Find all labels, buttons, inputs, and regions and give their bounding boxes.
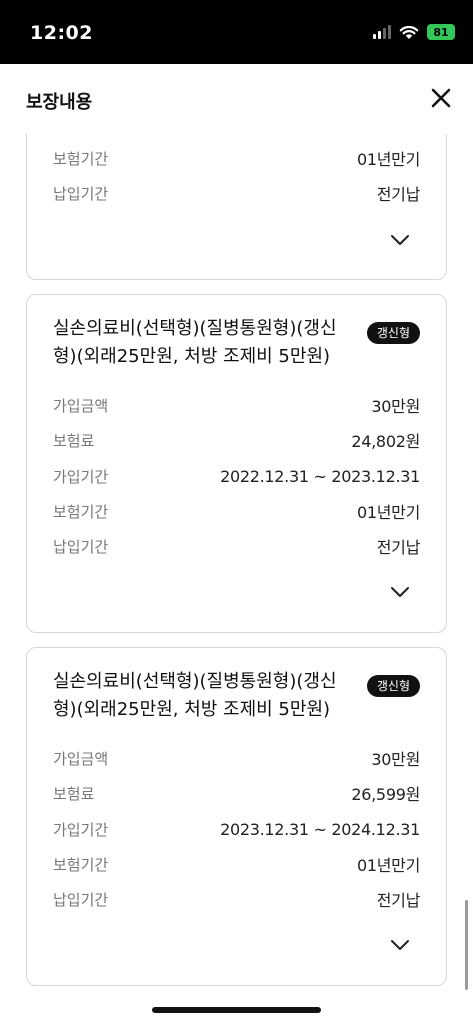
header: 보장내용 xyxy=(0,64,473,134)
coverage-card: 실손의료비(선택형)(질병통원형)(갱신형)(외래25만원, 처방 조제비 5만… xyxy=(26,647,447,986)
info-row: 납입기간 전기납 xyxy=(53,182,421,205)
row-value: 전기납 xyxy=(376,185,421,204)
row-value: 01년만기 xyxy=(356,503,420,522)
renewal-badge: 갱신형 xyxy=(366,322,420,344)
status-time: 12:02 xyxy=(30,22,93,44)
row-value: 전기납 xyxy=(376,538,421,557)
info-row: 납입기간 전기납 xyxy=(53,535,421,558)
scrollbar[interactable] xyxy=(465,900,468,990)
row-label: 가입금액 xyxy=(53,396,109,415)
cellular-signal-icon xyxy=(373,25,391,39)
renewal-badge: 갱신형 xyxy=(366,675,420,697)
row-value: 전기납 xyxy=(376,891,421,910)
battery-level: 81 xyxy=(433,25,449,39)
info-row: 가입기간 2023.12.31 ~ 2024.12.31 xyxy=(53,818,420,840)
info-row: 보험료 26,599원 xyxy=(53,782,420,805)
row-label: 가입기간 xyxy=(53,820,109,839)
row-label: 납입기간 xyxy=(53,890,109,909)
info-row: 가입기간 2022.12.31 ~ 2023.12.31 xyxy=(53,465,420,487)
row-value: 01년만기 xyxy=(356,150,420,169)
battery-icon: 81 xyxy=(427,24,455,40)
info-row: 보험료 24,802원 xyxy=(53,429,420,452)
row-label: 보험료 xyxy=(53,431,95,450)
coverage-card: 보험기간 01년만기 납입기간 전기납 xyxy=(26,134,447,280)
row-label: 납입기간 xyxy=(53,537,109,556)
chevron-down-icon[interactable] xyxy=(390,938,410,952)
row-value: 26,599원 xyxy=(351,785,420,804)
status-bar: 12:02 81 xyxy=(0,0,473,64)
row-value: 2023.12.31 ~ 2024.12.31 xyxy=(220,819,420,839)
row-label: 가입기간 xyxy=(53,467,109,486)
info-row: 가입금액 30만원 xyxy=(53,394,420,417)
row-label: 보험기간 xyxy=(53,502,109,521)
coverage-card: 실손의료비(선택형)(질병통원형)(갱신형)(외래25만원, 처방 조제비 5만… xyxy=(26,294,447,633)
info-row: 가입금액 30만원 xyxy=(53,747,420,770)
info-row: 보험기간 01년만기 xyxy=(53,147,420,170)
row-value: 01년만기 xyxy=(356,856,420,875)
coverage-title: 실손의료비(선택형)(질병통원형)(갱신형)(외래25만원, 처방 조제비 5만… xyxy=(53,671,337,720)
info-row: 보험기간 01년만기 xyxy=(53,500,420,523)
info-row: 보험기간 01년만기 xyxy=(53,853,420,876)
chevron-down-icon[interactable] xyxy=(390,585,410,599)
row-label: 가입금액 xyxy=(53,749,109,768)
row-value: 24,802원 xyxy=(351,432,420,451)
home-indicator[interactable] xyxy=(152,1007,321,1013)
coverage-title: 실손의료비(선택형)(질병통원형)(갱신형)(외래25만원, 처방 조제비 5만… xyxy=(53,318,337,367)
status-icons: 81 xyxy=(373,24,455,40)
page-title: 보장내용 xyxy=(26,92,93,113)
row-label: 납입기간 xyxy=(53,184,109,203)
wifi-icon xyxy=(399,25,419,39)
chevron-down-icon[interactable] xyxy=(390,233,410,247)
row-value: 2022.12.31 ~ 2023.12.31 xyxy=(220,466,420,486)
row-label: 보험료 xyxy=(53,784,95,803)
coverage-list[interactable]: 보험기간 01년만기 납입기간 전기납 실손의료비(선택형)(질병통원형)(갱신… xyxy=(0,134,473,1024)
row-label: 보험기간 xyxy=(53,149,109,168)
close-icon[interactable] xyxy=(429,86,453,110)
info-row: 납입기간 전기납 xyxy=(53,888,421,911)
row-value: 30만원 xyxy=(371,397,420,416)
row-label: 보험기간 xyxy=(53,855,109,874)
row-value: 30만원 xyxy=(371,750,420,769)
